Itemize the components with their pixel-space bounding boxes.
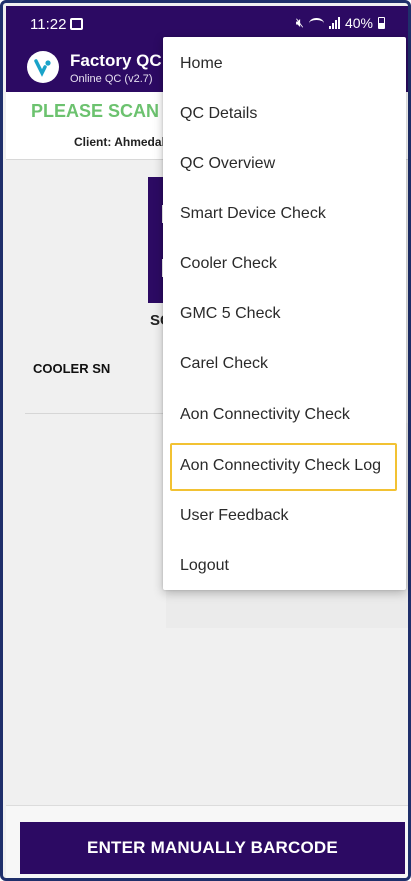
signal-icon — [328, 17, 340, 29]
menu-item-carel-check[interactable]: Carel Check — [163, 339, 406, 389]
menu-item-logout[interactable]: Logout — [163, 541, 406, 591]
status-time: 11:22 — [30, 16, 67, 33]
app-logo — [27, 51, 59, 83]
menu-item-aon-connectivity-check[interactable]: Aon Connectivity Check — [163, 390, 406, 440]
client-label: Client: Ahmedab — [74, 135, 169, 149]
battery-icon — [378, 17, 385, 29]
logo-icon — [34, 59, 51, 77]
menu-item-qc-overview[interactable]: QC Overview — [163, 139, 406, 189]
menu-item-user-feedback[interactable]: User Feedback — [163, 491, 406, 541]
menu-item-gmc5-check[interactable]: GMC 5 Check — [163, 289, 406, 339]
enter-manually-barcode-button[interactable]: ENTER MANUALLY BARCODE — [20, 822, 405, 874]
menu-item-qc-details[interactable]: QC Details — [163, 89, 406, 139]
battery-percent: 40% — [344, 15, 373, 31]
bottom-bar: ENTER MANUALLY BARCODE — [6, 805, 408, 878]
status-icons: 🔇︎ 40% — [296, 15, 385, 31]
cooler-sn-label: COOLER SN — [33, 361, 111, 376]
wifi-icon — [308, 17, 324, 29]
scan-title: PLEASE SCAN E — [31, 101, 177, 121]
menu-item-smart-device-check[interactable]: Smart Device Check — [163, 189, 406, 239]
overflow-menu: Home QC Details QC Overview Smart Device… — [163, 37, 406, 590]
app-subtitle: Online QC (v2.7) — [70, 73, 153, 85]
app-title: Factory QC — [70, 51, 162, 70]
menu-item-home[interactable]: Home — [163, 39, 406, 89]
mute-icon: 🔇︎ — [295, 15, 304, 30]
menu-item-aon-connectivity-check-log[interactable]: Aon Connectivity Check Log — [163, 441, 406, 491]
image-icon — [70, 18, 83, 30]
menu-item-cooler-check[interactable]: Cooler Check — [163, 239, 406, 289]
